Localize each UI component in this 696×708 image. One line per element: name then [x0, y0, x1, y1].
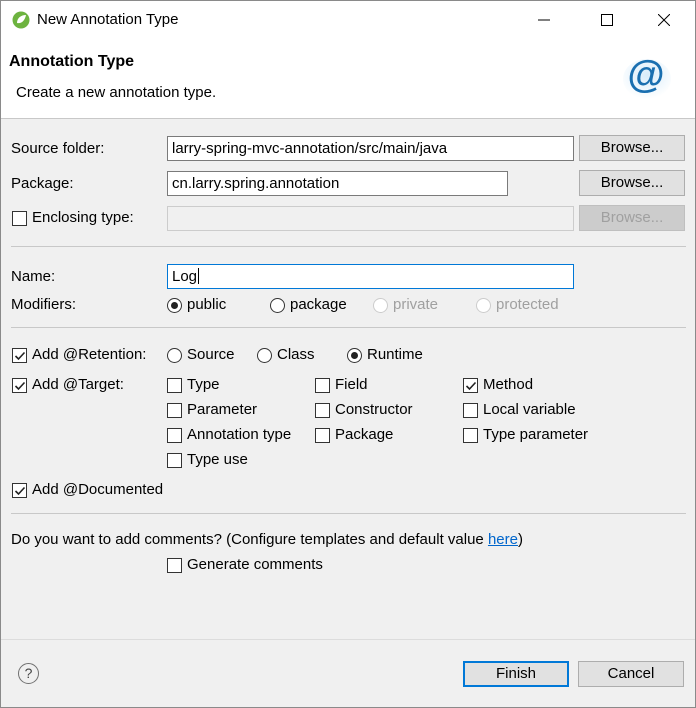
comments-question-text: Do you want to add comments? (Configure …: [11, 531, 488, 548]
target-package-checkbox[interactable]: [315, 428, 330, 443]
close-icon: [658, 14, 670, 26]
source-folder-browse-button[interactable]: Browse...: [579, 135, 685, 161]
target-type-use-label: Type use: [187, 451, 248, 468]
target-method-checkbox[interactable]: [463, 378, 478, 393]
modifier-private-label: private: [393, 296, 439, 313]
page-description: Create a new annotation type.: [16, 84, 217, 101]
finish-button[interactable]: Finish: [463, 661, 569, 687]
target-constructor-checkbox[interactable]: [315, 403, 330, 418]
modifiers-label: Modifiers:: [11, 296, 77, 313]
modifier-private-radio[interactable]: [373, 298, 388, 313]
svg-text:@: @: [627, 54, 664, 96]
separator: [11, 327, 686, 328]
checkmark-icon: [14, 486, 26, 496]
page-title: Annotation Type: [9, 53, 135, 70]
target-type-checkbox[interactable]: [167, 378, 182, 393]
comments-question: Do you want to add comments? (Configure …: [11, 531, 523, 548]
spring-leaf-icon: [12, 11, 30, 29]
target-annotation-type-label: Annotation type: [187, 426, 292, 443]
header-banner: Annotation Type Create a new annotation …: [1, 39, 695, 119]
window-title: New Annotation Type: [37, 11, 179, 28]
checkmark-icon: [14, 381, 26, 391]
text-caret: [198, 268, 200, 284]
maximize-button[interactable]: [584, 1, 630, 39]
generate-comments-checkbox[interactable]: [167, 558, 182, 573]
name-input[interactable]: Log: [167, 264, 574, 289]
retention-runtime-label: Runtime: [367, 346, 423, 363]
target-local-variable-label: Local variable: [483, 401, 576, 418]
retention-class-label: Class: [277, 346, 315, 363]
enclosing-type-label: Enclosing type:: [32, 209, 134, 226]
dialog-window: New Annotation Type Annotation Type Crea…: [0, 0, 696, 708]
source-folder-input[interactable]: larry-spring-mvc-annotation/src/main/jav…: [167, 136, 574, 161]
add-target-checkbox[interactable]: [12, 378, 27, 393]
retention-runtime-radio[interactable]: [347, 348, 362, 363]
retention-class-radio[interactable]: [257, 348, 272, 363]
target-annotation-type-checkbox[interactable]: [167, 428, 182, 443]
minimize-icon: [538, 19, 550, 21]
cancel-button[interactable]: Cancel: [578, 661, 684, 687]
package-input[interactable]: cn.larry.spring.annotation: [167, 171, 508, 196]
target-type-use-checkbox[interactable]: [167, 453, 182, 468]
help-icon[interactable]: ?: [18, 663, 39, 684]
target-type-label: Type: [187, 376, 220, 393]
target-field-label: Field: [335, 376, 368, 393]
target-field-checkbox[interactable]: [315, 378, 330, 393]
separator: [11, 246, 686, 247]
target-constructor-label: Constructor: [335, 401, 413, 418]
modifier-protected-label: protected: [496, 296, 559, 313]
modifier-public-label: public: [187, 296, 227, 313]
target-parameter-label: Parameter: [187, 401, 258, 418]
retention-source-radio[interactable]: [167, 348, 182, 363]
target-parameter-checkbox[interactable]: [167, 403, 182, 418]
checkmark-icon: [14, 351, 26, 361]
modifier-package-label: package: [290, 296, 347, 313]
target-type-parameter-checkbox[interactable]: [463, 428, 478, 443]
comments-question-suffix: ): [517, 531, 523, 548]
package-label: Package:: [11, 175, 74, 192]
source-folder-label: Source folder:: [11, 140, 105, 157]
annotation-at-icon: @: [623, 54, 671, 99]
checkmark-icon: [465, 381, 477, 391]
footer-separator: [1, 639, 695, 640]
add-target-label: Add @Target:: [32, 376, 124, 393]
modifier-protected-radio[interactable]: [476, 298, 491, 313]
minimize-button[interactable]: [521, 1, 567, 39]
enclosing-type-checkbox[interactable]: [12, 211, 27, 226]
name-label: Name:: [11, 268, 56, 285]
configure-templates-link[interactable]: here: [488, 531, 518, 548]
maximize-icon: [601, 14, 613, 26]
title-bar: New Annotation Type: [1, 1, 695, 39]
name-value: Log: [172, 268, 198, 285]
target-local-variable-checkbox[interactable]: [463, 403, 478, 418]
separator: [11, 513, 686, 514]
close-button[interactable]: [641, 1, 687, 39]
enclosing-type-input[interactable]: [167, 206, 574, 231]
enclosing-type-browse-button[interactable]: Browse...: [579, 205, 685, 231]
add-documented-checkbox[interactable]: [12, 483, 27, 498]
package-browse-button[interactable]: Browse...: [579, 170, 685, 196]
target-type-parameter-label: Type parameter: [483, 426, 589, 443]
modifier-package-radio[interactable]: [270, 298, 285, 313]
retention-source-label: Source: [187, 346, 235, 363]
generate-comments-label: Generate comments: [187, 556, 323, 573]
add-retention-label: Add @Retention:: [32, 346, 147, 363]
target-method-label: Method: [483, 376, 534, 393]
add-documented-label: Add @Documented: [32, 481, 164, 498]
add-retention-checkbox[interactable]: [12, 348, 27, 363]
target-package-label: Package: [335, 426, 394, 443]
modifier-public-radio[interactable]: [167, 298, 182, 313]
